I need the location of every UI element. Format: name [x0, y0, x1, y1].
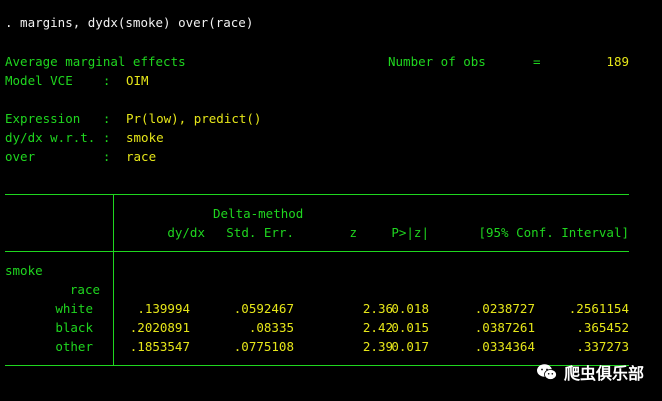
nobs-value: 189 — [606, 54, 629, 69]
watermark-text: 爬虫俱乐部 — [563, 364, 644, 383]
col-std-err: Std. Err. — [226, 225, 294, 240]
expression-label: Expression : — [5, 111, 111, 126]
nobs-label: Number of obs — [388, 54, 486, 69]
subgroup-label: race — [69, 282, 100, 297]
group-label: smoke — [5, 263, 43, 278]
vce-label: Model VCE : — [5, 73, 111, 88]
over-value: race — [126, 149, 157, 164]
watermark: 爬虫俱乐部 — [536, 360, 644, 384]
row-label: black — [55, 320, 93, 335]
dydx-value: smoke — [126, 130, 164, 145]
dydx-label: dy/dx w.r.t. : — [5, 130, 111, 145]
cell-dydx: .2020891 — [129, 320, 190, 335]
delta-method-label: Delta-method — [213, 206, 304, 221]
cell-dydx: .139994 — [137, 301, 190, 316]
cell-ci-upper: .337273 — [576, 339, 629, 354]
col-dydx: dy/dx — [167, 225, 205, 240]
over-label: over : — [5, 149, 111, 164]
wechat-icon — [536, 364, 557, 380]
row-label: white — [55, 301, 93, 316]
header-title: Average marginal effects — [5, 54, 186, 69]
cell-ci-lower: .0334364 — [474, 339, 535, 354]
nobs-equals: = — [533, 54, 541, 69]
expression-value: Pr(low), predict() — [126, 111, 262, 126]
cell-z: 2.42 — [362, 320, 393, 335]
col-conf-interval: [95% Conf. Interval] — [478, 225, 629, 240]
table-top-rule — [5, 194, 629, 195]
vce-value: OIM — [126, 73, 149, 88]
stata-results-window: . margins, dydx(smoke) over(race) Averag… — [0, 0, 662, 401]
col-pvalue: P>|z| — [391, 225, 429, 240]
cell-z: 2.39 — [362, 339, 393, 354]
table-header-rule — [5, 251, 629, 252]
cell-dydx: .1853547 — [129, 339, 190, 354]
row-label: other — [55, 339, 93, 354]
cell-std-err: .0592467 — [233, 301, 294, 316]
cell-pvalue: 0.018 — [391, 301, 429, 316]
cell-std-err: .08335 — [248, 320, 294, 335]
cell-ci-upper: .2561154 — [568, 301, 629, 316]
cell-ci-upper: .365452 — [576, 320, 629, 335]
cell-pvalue: 0.017 — [391, 339, 429, 354]
cell-std-err: .0775108 — [233, 339, 294, 354]
command-line: . margins, dydx(smoke) over(race) — [5, 15, 254, 30]
table-column-separator — [113, 194, 114, 366]
col-z: z — [349, 225, 357, 240]
cell-ci-lower: .0238727 — [474, 301, 535, 316]
cell-z: 2.36 — [362, 301, 393, 316]
cell-ci-lower: .0387261 — [474, 320, 535, 335]
cell-pvalue: 0.015 — [391, 320, 429, 335]
